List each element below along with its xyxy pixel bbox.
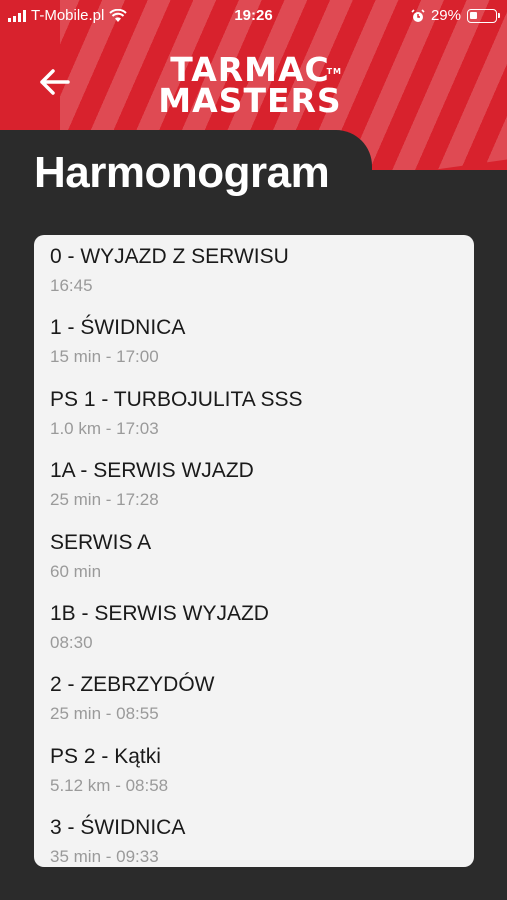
item-title: 1 - ŚWIDNICA [50,316,186,339]
item-title: 1B - SERWIS WYJAZD [50,602,269,625]
item-subtitle: 15 min - 17:00 [50,347,159,366]
item-title: 0 - WYJAZD Z SERWISU [50,245,289,268]
item-subtitle: 16:45 [50,276,93,295]
list-item[interactable]: PS 1 - TURBOJULITA SSS 1.0 km - 17:03 [50,388,462,439]
logo-line-2: MASTERS [158,81,342,120]
item-title: 1A - SERWIS WJAZD [50,459,254,482]
item-title: 2 - ZEBRZYDÓW [50,673,215,696]
list-item[interactable]: 0 - WYJAZD Z SERWISU 16:45 [50,245,462,296]
item-title: PS 2 - Kątki [50,745,161,768]
back-button[interactable] [34,62,74,102]
logo-trademark: TM [326,67,342,76]
item-subtitle: 1.0 km - 17:03 [50,419,159,438]
battery-level [470,11,477,19]
schedule-list: 0 - WYJAZD Z SERWISU 16:45 1 - ŚWIDNICA … [34,235,474,867]
alarm-icon [411,8,425,22]
item-subtitle: 08:30 [50,633,93,652]
item-title: PS 1 - TURBOJULITA SSS [50,388,303,411]
screen: T-Mobile.pl 19:26 29% TARMAC MASTERS TM … [0,0,507,900]
item-subtitle: 60 min [50,562,102,581]
list-item[interactable]: 1A - SERWIS WJAZD 25 min - 17:28 [50,459,462,510]
arrow-left-icon [40,69,70,95]
item-subtitle: 25 min - 08:55 [50,704,159,723]
page-title: Harmonogram [34,148,330,197]
item-title: SERWIS A [50,531,152,554]
list-item[interactable]: 3 - ŚWIDNICA 35 min - 09:33 [50,816,462,867]
list-item[interactable]: 1B - SERWIS WYJAZD 08:30 [50,602,462,653]
item-subtitle: 35 min - 09:33 [50,847,159,866]
tarmac-masters-logo: TARMAC MASTERS TM [150,53,350,124]
status-bar-right: 29% [411,7,500,24]
item-subtitle: 5.12 km - 08:58 [50,776,169,795]
item-subtitle: 25 min - 17:28 [50,490,159,509]
list-item[interactable]: 2 - ZEBRZYDÓW 25 min - 08:55 [50,673,462,724]
list-item[interactable]: PS 2 - Kątki 5.12 km - 08:58 [50,745,462,796]
list-item[interactable]: SERWIS A 60 min [50,531,462,582]
battery-icon [467,8,500,23]
item-title: 3 - ŚWIDNICA [50,816,186,839]
status-bar: T-Mobile.pl 19:26 29% [0,0,507,32]
list-item[interactable]: 1 - ŚWIDNICA 15 min - 17:00 [50,316,462,367]
battery-percent: 29% [430,7,461,24]
